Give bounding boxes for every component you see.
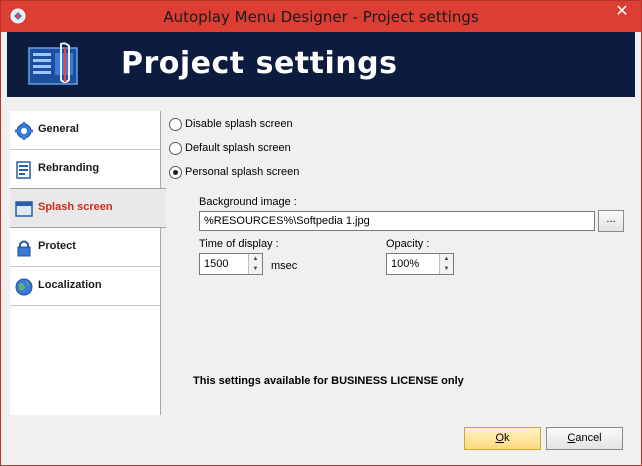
window-icon: [15, 201, 33, 217]
time-of-display-spinner[interactable]: 1500 ▲ ▼: [199, 253, 263, 275]
opacity-label: Opacity :: [386, 238, 430, 250]
opacity-value: 100%: [391, 258, 420, 270]
dialog-footer: Ok Cancel: [1, 415, 641, 465]
globe-icon: [15, 278, 33, 296]
spin-down-icon[interactable]: ▼: [440, 264, 453, 274]
background-image-input[interactable]: [199, 211, 595, 231]
title-bar: Autoplay Menu Designer - Project setting…: [1, 1, 641, 32]
radio-label: Disable splash screen: [185, 118, 293, 130]
header-banner: Project settings: [7, 32, 635, 97]
sidebar-item-label: Protect: [38, 240, 76, 252]
radio-button-checked[interactable]: [169, 166, 182, 179]
sidebar-item-label: Localization: [38, 279, 102, 291]
opacity-spinner[interactable]: 100% ▲ ▼: [386, 253, 454, 275]
ok-button[interactable]: Ok: [464, 427, 541, 450]
ok-mnemonic: O: [495, 432, 505, 444]
sidebar-item-general[interactable]: General: [10, 111, 160, 150]
spinner-arrows: ▲ ▼: [248, 254, 262, 274]
license-notice: This settings available for BUSINESS LIC…: [193, 375, 464, 387]
content-area: General Rebranding Splash screen Protect…: [7, 97, 635, 416]
settings-window: Autoplay Menu Designer - Project setting…: [0, 0, 642, 466]
close-icon: ✕: [615, 3, 629, 20]
radio-label: Personal splash screen: [185, 166, 300, 178]
spinner-arrows: ▲ ▼: [439, 254, 453, 274]
sidebar-item-label: Rebranding: [38, 162, 100, 174]
gear-icon: [15, 122, 33, 140]
browse-button[interactable]: ...: [598, 210, 624, 232]
lock-icon: [17, 240, 31, 257]
sidebar-item-splash-screen[interactable]: Splash screen: [10, 188, 166, 228]
time-of-display-value: 1500: [204, 258, 229, 270]
radio-button[interactable]: [169, 142, 182, 155]
cancel-button[interactable]: Cancel: [546, 427, 623, 450]
spin-down-icon[interactable]: ▼: [249, 264, 262, 274]
cancel-label-rest: ancel: [575, 432, 602, 444]
document-icon: [16, 161, 31, 179]
time-of-display-label: Time of display :: [199, 238, 279, 250]
sidebar-item-protect[interactable]: Protect: [10, 228, 160, 267]
sidebar-item-label: General: [38, 123, 79, 135]
sidebar-item-rebranding[interactable]: Rebranding: [10, 150, 160, 189]
sidebar-item-label: Splash screen: [38, 201, 113, 213]
time-unit-label: msec: [271, 260, 298, 272]
background-image-label: Background image :: [199, 196, 297, 208]
app-logo-icon: [28, 42, 78, 85]
splash-settings-panel: Disable splash screen Default splash scr…: [167, 111, 635, 415]
radio-label: Default splash screen: [185, 142, 291, 154]
ok-label-rest: k: [504, 432, 510, 444]
settings-sidebar: General Rebranding Splash screen Protect…: [10, 111, 166, 415]
sidebar-item-localization[interactable]: Localization: [10, 267, 160, 306]
radio-button[interactable]: [169, 118, 182, 131]
window-title: Autoplay Menu Designer - Project setting…: [163, 8, 479, 26]
close-button[interactable]: ✕: [607, 2, 637, 22]
page-title: Project settings: [121, 46, 398, 81]
